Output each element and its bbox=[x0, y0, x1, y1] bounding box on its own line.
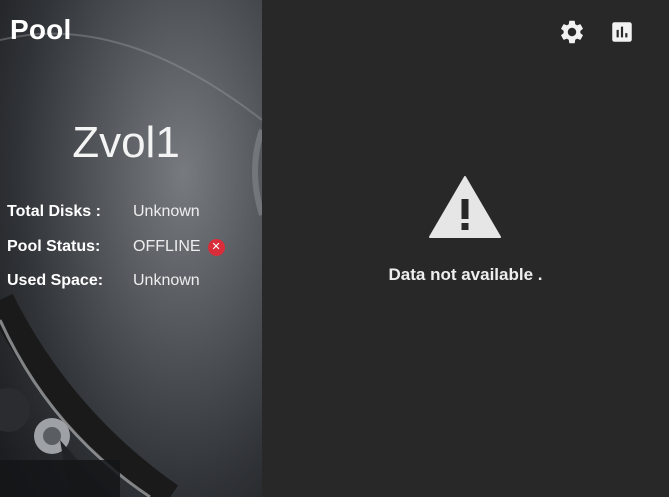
pool-status-label: Pool Status: bbox=[7, 238, 101, 255]
used-space-value: Unknown bbox=[133, 272, 200, 289]
pool-status-value: OFFLINE bbox=[133, 238, 201, 255]
total-disks-row: Total Disks : Unknown bbox=[7, 203, 200, 221]
used-space-label: Used Space: bbox=[7, 272, 104, 289]
pool-card: Pool Zvol1 Total Disks : Unknown Pool St… bbox=[0, 0, 669, 497]
error-circle-icon: ✕ bbox=[207, 238, 225, 256]
gear-icon bbox=[561, 20, 583, 44]
pool-image-panel: Pool Zvol1 Total Disks : Unknown Pool St… bbox=[0, 0, 262, 497]
used-space-row: Used Space: Unknown bbox=[7, 272, 200, 290]
settings-button[interactable] bbox=[557, 17, 587, 47]
pool-chart-panel: Data not available . bbox=[262, 0, 669, 497]
bar-chart-icon bbox=[612, 22, 632, 42]
total-disks-label: Total Disks : bbox=[7, 203, 101, 220]
total-disks-value: Unknown bbox=[133, 203, 200, 220]
card-title: Pool bbox=[10, 14, 72, 45]
pool-name: Zvol1 bbox=[72, 118, 180, 167]
no-data-message: Data not available . bbox=[388, 265, 543, 284]
warning-icon bbox=[429, 175, 501, 239]
pool-status-value-wrap: OFFLINE ✕ bbox=[133, 238, 225, 256]
pool-status-row: Pool Status: OFFLINE ✕ bbox=[7, 238, 225, 256]
reports-button[interactable] bbox=[607, 17, 637, 47]
